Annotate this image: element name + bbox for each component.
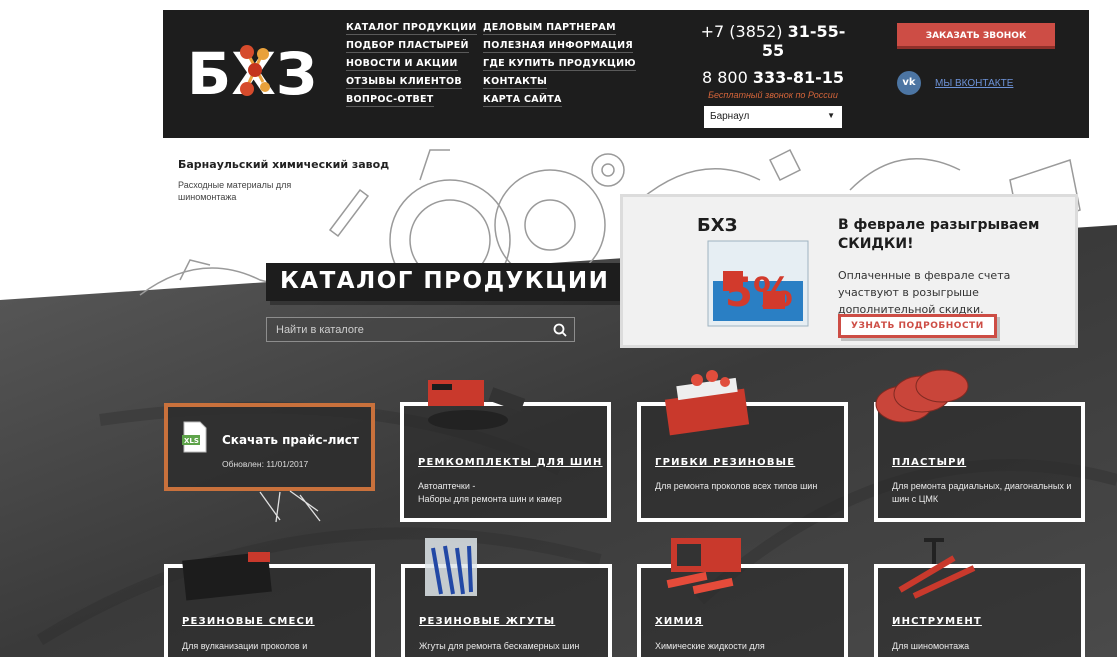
nav-news[interactable]: НОВОСТИ И АКЦИИ (346, 58, 458, 71)
nav-useful-info[interactable]: ПОЛЕЗНАЯ ИНФОРМАЦИЯ (483, 40, 634, 53)
main-nav-col1: КАТАЛОГ ПРОДУКЦИИ ПОДБОР ПЛАСТЫРЕЙ НОВОС… (346, 22, 477, 112)
svg-text:XLS: XLS (184, 437, 199, 445)
rubber-plugs-image (664, 370, 750, 436)
price-list-title: Скачать прайс-лист (222, 433, 359, 447)
contact-phones: +7 (3852) 31-55-55 8 800 333-81-15 Беспл… (698, 22, 848, 128)
nav-faq[interactable]: ВОПРОС-ОТВЕТ (346, 94, 434, 107)
free-call-note: Бесплатный звонок по России (708, 90, 838, 100)
category-title[interactable]: РЕЗИНОВЫЕ СМЕСИ (182, 616, 315, 627)
rubber-compound-image (182, 551, 272, 601)
category-desc: Для вулканизации проколов и (182, 641, 308, 651)
promo-banner: БХЗ 5% В феврале разыгрываем СКИДКИ! Опл… (620, 194, 1078, 348)
category-title[interactable]: ГРИБКИ РЕЗИНОВЫЕ (655, 457, 795, 468)
category-desc: Жгуты для ремонта бескамерных шин (419, 641, 580, 651)
nav-patch-selection[interactable]: ПОДБОР ПЛАСТЫРЕЙ (346, 40, 469, 53)
category-desc: Для ремонта радиальных, диагональных и ш… (892, 481, 1072, 504)
nav-catalog[interactable]: КАТАЛОГ ПРОДУКЦИИ (346, 22, 477, 35)
promo-title: В феврале разыгрываем СКИДКИ! (838, 217, 1040, 252)
nav-partners[interactable]: ДЕЛОВЫМ ПАРТНЕРАМ (483, 22, 616, 35)
bhz-logo[interactable]: БХЗ (185, 32, 325, 112)
vk-link[interactable]: vk МЫ ВКОНТАКТЕ (897, 71, 1013, 95)
search-icon[interactable] (553, 323, 567, 337)
category-card-chemicals[interactable]: ХИМИЯ Химические жидкости для (637, 538, 848, 657)
documents-sketch (259, 490, 321, 523)
tools-image (898, 538, 976, 599)
company-tagline: Расходные материалы для шиномонтажа (178, 180, 292, 202)
vk-icon: vk (897, 71, 921, 95)
category-card-tools[interactable]: ИНСТРУМЕНТ Для шиномонтажа (874, 538, 1085, 657)
company-name: Барнаульский химический завод (178, 158, 390, 171)
search-input[interactable] (267, 318, 574, 341)
city-select[interactable]: Барнаул ▼ (704, 106, 842, 128)
city-select-value: Барнаул (710, 111, 750, 122)
category-card-rubber-plugs[interactable]: ГРИБКИ РЕЗИНОВЫЕ Для ремонта проколов вс… (637, 370, 848, 522)
category-card-rubber-strings[interactable]: РЕЗИНОВЫЕ ЖГУТЫ Жгуты для ремонта бескам… (401, 538, 612, 657)
category-card-patches[interactable]: ПЛАСТЫРИ Для ремонта радиальных, диагона… (874, 369, 1085, 522)
main-nav-col2: ДЕЛОВЫМ ПАРТНЕРАМ ПОЛЕЗНАЯ ИНФОРМАЦИЯ ГД… (483, 22, 636, 112)
company-info: Барнаульский химический завод Расходные … (178, 158, 389, 203)
catalog-search (266, 317, 575, 342)
rubber-strings-image (425, 538, 477, 596)
order-call-button[interactable]: ЗАКАЗАТЬ ЗВОНОК (897, 23, 1055, 49)
category-desc: Автоаптечки - Наборы для ремонта шин и к… (418, 481, 562, 504)
chemicals-image (666, 538, 741, 595)
category-card-repair-kits[interactable]: РЕМКОМПЛЕКТЫ ДЛЯ ШИН Автоаптечки - Набор… (400, 380, 611, 522)
promo-details-button[interactable]: УЗНАТЬ ПОДРОБНОСТИ (838, 314, 997, 338)
category-desc: Для ремонта проколов всех типов шин (655, 481, 818, 491)
nav-reviews[interactable]: ОТЗЫВЫ КЛИЕНТОВ (346, 76, 462, 89)
svg-text:БХЗ: БХЗ (697, 215, 737, 236)
vk-link-label[interactable]: МЫ ВКОНТАКТЕ (935, 78, 1013, 89)
price-list-updated: Обновлен: 11/01/2017 (222, 459, 309, 469)
category-title[interactable]: РЕЗИНОВЫЕ ЖГУТЫ (419, 616, 555, 627)
phone-tollfree[interactable]: 8 800 333-81-15 (698, 68, 848, 87)
category-title[interactable]: ХИМИЯ (655, 616, 703, 627)
phone-local[interactable]: +7 (3852) 31-55-55 (698, 22, 848, 60)
xls-file-icon: XLS (182, 421, 207, 453)
price-list-download-card[interactable]: XLS Скачать прайс-лист Обновлен: 11/01/2… (164, 403, 375, 491)
category-title[interactable]: РЕМКОМПЛЕКТЫ ДЛЯ ШИН (418, 457, 603, 468)
category-desc: Химические жидкости для (655, 641, 765, 651)
nav-sitemap[interactable]: КАРТА САЙТА (483, 94, 562, 107)
promo-text: Оплаченные в феврале счета участвуют в р… (838, 269, 1011, 316)
nav-contacts[interactable]: КОНТАКТЫ (483, 76, 548, 89)
promo-badge: 5% (725, 270, 793, 316)
category-desc: Для шиномонтажа (892, 641, 970, 651)
site-header: БХЗ КАТАЛОГ ПРОДУКЦИИ ПОДБОР ПЛАСТЫРЕЙ Н… (163, 10, 1089, 138)
catalog-title: КАТАЛОГ ПРОДУКЦИИ (266, 263, 624, 301)
category-title[interactable]: ПЛАСТЫРИ (892, 457, 966, 468)
patches-image (875, 369, 969, 423)
category-card-rubber-compounds[interactable]: РЕЗИНОВЫЕ СМЕСИ Для вулканизации проколо… (164, 551, 375, 657)
nav-where-to-buy[interactable]: ГДЕ КУПИТЬ ПРОДУКЦИЮ (483, 58, 636, 71)
chevron-down-icon: ▼ (827, 111, 835, 120)
repair-kit-image (428, 380, 526, 430)
category-title[interactable]: ИНСТРУМЕНТ (892, 616, 982, 627)
discount-lottery-box-image: БХЗ 5% (697, 215, 809, 327)
